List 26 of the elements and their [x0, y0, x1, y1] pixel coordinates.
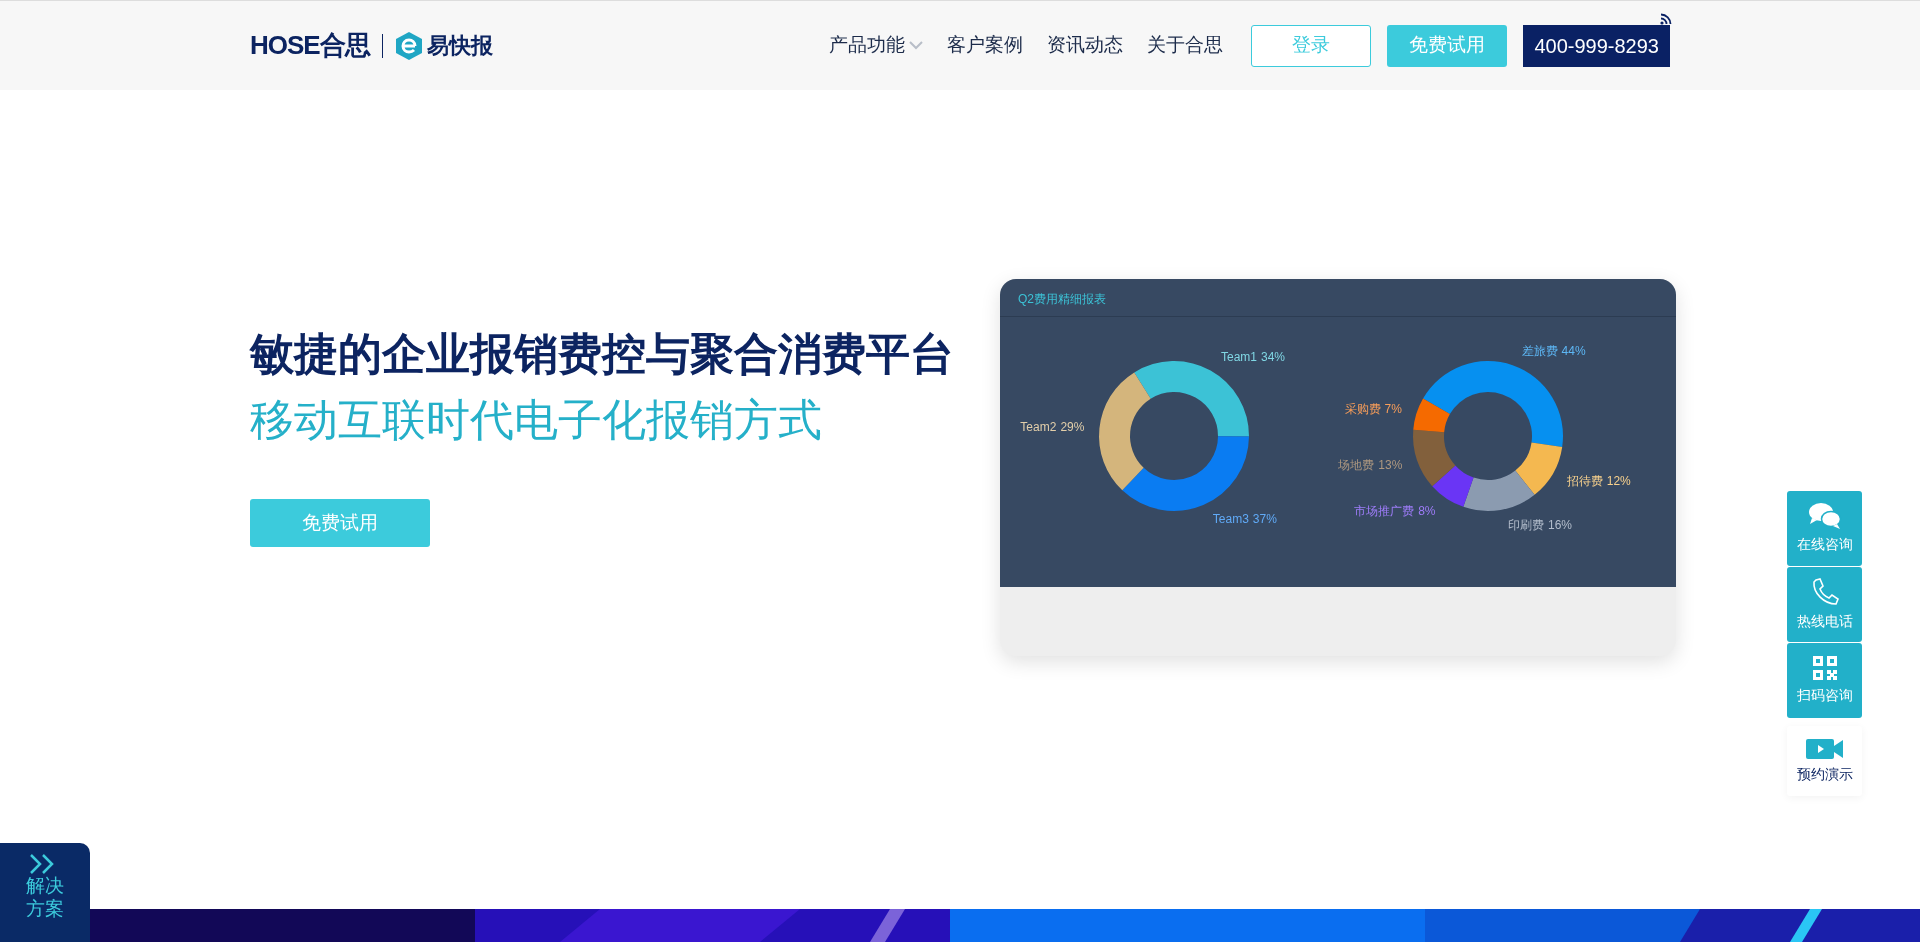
slice-label: 印刷费 16% — [1508, 517, 1573, 532]
slice-label: 市场推广费 8% — [1354, 503, 1436, 518]
hero-subtitle: 移动互联时代电子化报销方式 — [250, 393, 823, 446]
report-title: Q2费用精细报表 — [1018, 292, 1106, 306]
product-name: 易快报 — [426, 32, 493, 60]
side-tool-button[interactable]: 预约演示 — [1787, 726, 1862, 796]
slice-label: Team1 34% — [1221, 350, 1286, 365]
signal-icon — [1660, 12, 1672, 25]
hero-title: 敏捷的企业报销费控与聚合消费平台 — [250, 328, 954, 380]
slice-label: 招待费 12% — [1566, 474, 1631, 488]
video-camera-icon — [1805, 737, 1844, 760]
nav-link[interactable]: 产品功能 — [817, 31, 936, 60]
solutions-tab[interactable]: 解决方案 — [0, 843, 90, 942]
slice-label: 场地费 13% — [1338, 457, 1403, 472]
brand-logo[interactable]: HOSE合思 — [250, 26, 370, 65]
chat-bubbles-icon — [1807, 502, 1842, 530]
nav-link[interactable]: 关于合思 — [1135, 31, 1236, 60]
slice-label: 采购费 7% — [1344, 402, 1402, 417]
nav-link[interactable]: 客户案例 — [935, 31, 1036, 60]
slice-label: Team3 37% — [1212, 511, 1277, 526]
hexagon-logo-icon — [394, 30, 423, 61]
slice-label: 差旅费 44% — [1521, 344, 1586, 358]
slice-label: Team2 29% — [1020, 419, 1085, 434]
phone-button[interactable]: 400-999-8293 — [1523, 24, 1670, 67]
nav-link[interactable]: 资讯动态 — [1035, 31, 1136, 60]
qr-code-icon — [1811, 655, 1838, 681]
